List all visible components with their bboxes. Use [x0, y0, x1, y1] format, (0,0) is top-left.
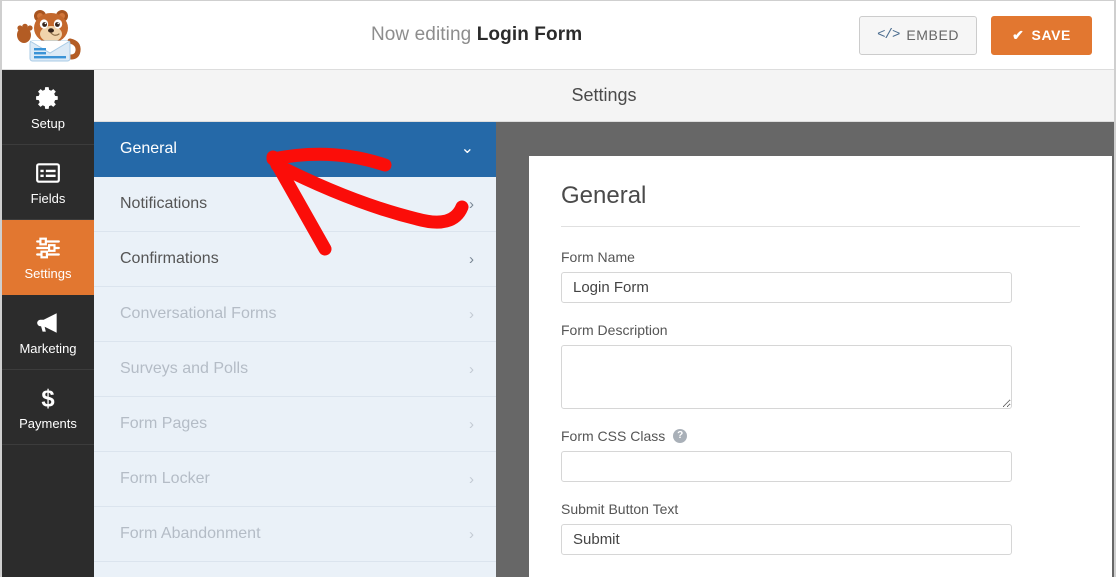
code-icon: </>: [877, 27, 900, 43]
settings-menu-item-confirmations[interactable]: Confirmations ›: [94, 232, 496, 287]
menu-item-label: Surveys and Polls: [120, 360, 249, 377]
menu-item-label: Form Locker: [120, 470, 210, 487]
rail-item-payments[interactable]: $ Payments: [2, 370, 94, 445]
page-title: Now editing Login Form: [94, 24, 859, 46]
settings-menu-item-form-locker[interactable]: Form Locker ›: [94, 452, 496, 507]
sliders-icon: [36, 237, 60, 258]
menu-item-label: Conversational Forms: [120, 305, 277, 322]
settings-menu-item-surveys-and-polls[interactable]: Surveys and Polls ›: [94, 342, 496, 397]
wpforms-mascot-logo-icon: [17, 10, 81, 62]
embed-button[interactable]: </> EMBED: [859, 15, 978, 55]
settings-menu-item-notifications[interactable]: Notifications ›: [94, 177, 496, 232]
settings-menu-item-conversational-forms[interactable]: Conversational Forms ›: [94, 287, 496, 342]
panel-topbar-title: Settings: [571, 85, 637, 105]
chevron-right-icon[interactable]: ›: [469, 307, 474, 322]
save-button[interactable]: ✔ SAVE: [991, 15, 1092, 55]
dollar-icon: $: [41, 385, 54, 410]
page-title-prefix: Now editing: [370, 24, 472, 45]
field-form-css-class: Form CSS Class ?: [561, 428, 1080, 482]
field-label: Form CSS Class ?: [561, 428, 1080, 444]
rail-item-marketing[interactable]: Marketing: [2, 295, 94, 370]
field-label-text: Form CSS Class: [561, 428, 666, 444]
field-submit-button-text: Submit Button Text: [561, 501, 1080, 555]
rail-label-fields: Fields: [30, 190, 66, 206]
form-css-class-input[interactable]: [561, 451, 1012, 482]
settings-menu-item-form-pages[interactable]: Form Pages ›: [94, 397, 496, 452]
check-icon: ✔: [1012, 26, 1025, 43]
chevron-right-icon[interactable]: ›: [469, 252, 474, 267]
svg-text:$: $: [41, 385, 54, 410]
chevron-right-icon[interactable]: ›: [469, 472, 474, 487]
rail-label-setup: Setup: [31, 115, 65, 131]
menu-item-label: General: [120, 140, 177, 157]
chevron-right-icon[interactable]: ›: [469, 197, 474, 212]
menu-item-label: Confirmations: [120, 250, 219, 267]
field-label: Form Name: [561, 249, 1080, 265]
field-label-text: Submit Button Text: [561, 501, 679, 517]
field-form-name: Form Name: [561, 249, 1080, 303]
form-name-input[interactable]: [561, 272, 1012, 303]
megaphone-icon: [37, 312, 57, 333]
submit-button-text-input[interactable]: [561, 524, 1012, 555]
rail-item-settings[interactable]: Settings: [2, 220, 94, 295]
panel-topbar: Settings: [94, 70, 1114, 122]
gear-icon: [36, 86, 58, 109]
builder-header: Now editing Login Form </> EMBED ✔ SAVE: [2, 1, 1114, 70]
field-label-text: Form Description: [561, 322, 668, 338]
builder-nav-rail: Setup Fields Settings Marketing $ Paymen…: [2, 70, 94, 577]
rail-label-marketing: Marketing: [19, 340, 77, 356]
menu-item-label: Form Abandonment: [120, 525, 261, 542]
field-form-description: Form Description: [561, 322, 1080, 409]
save-button-label: SAVE: [1031, 27, 1071, 43]
rail-label-payments: Payments: [19, 415, 77, 431]
settings-general-panel: General Form Name Form Description Form …: [529, 156, 1112, 577]
page-title-form-name: Login Form: [476, 24, 583, 45]
chevron-right-icon[interactable]: ›: [469, 362, 474, 377]
rail-item-setup[interactable]: Setup: [2, 70, 94, 145]
field-label-text: Form Name: [561, 249, 635, 265]
rail-item-fields[interactable]: Fields: [2, 145, 94, 220]
settings-menu-list: General ⌄ Notifications › Confirmations …: [94, 122, 496, 577]
chevron-down-icon[interactable]: ⌄: [461, 141, 474, 157]
embed-button-label: EMBED: [906, 27, 960, 43]
panel-heading: General: [561, 182, 1080, 227]
chevron-right-icon[interactable]: ›: [469, 417, 474, 432]
field-label: Form Description: [561, 322, 1080, 338]
wpforms-builder-window: Now editing Login Form </> EMBED ✔ SAVE …: [0, 0, 1116, 577]
menu-item-label: Form Pages: [120, 415, 208, 432]
help-icon[interactable]: ?: [673, 429, 688, 443]
rail-label-settings: Settings: [24, 265, 72, 281]
settings-menu-item-general[interactable]: General ⌄: [94, 122, 496, 177]
settings-menu-item-form-abandonment[interactable]: Form Abandonment ›: [94, 507, 496, 562]
form-description-textarea[interactable]: [561, 345, 1012, 409]
menu-item-label: Notifications: [120, 195, 208, 212]
list-icon: [36, 162, 60, 183]
wpforms-logo[interactable]: [2, 1, 94, 70]
header-actions: </> EMBED ✔ SAVE: [859, 15, 1114, 55]
chevron-right-icon[interactable]: ›: [469, 527, 474, 542]
field-label: Submit Button Text: [561, 501, 1080, 517]
